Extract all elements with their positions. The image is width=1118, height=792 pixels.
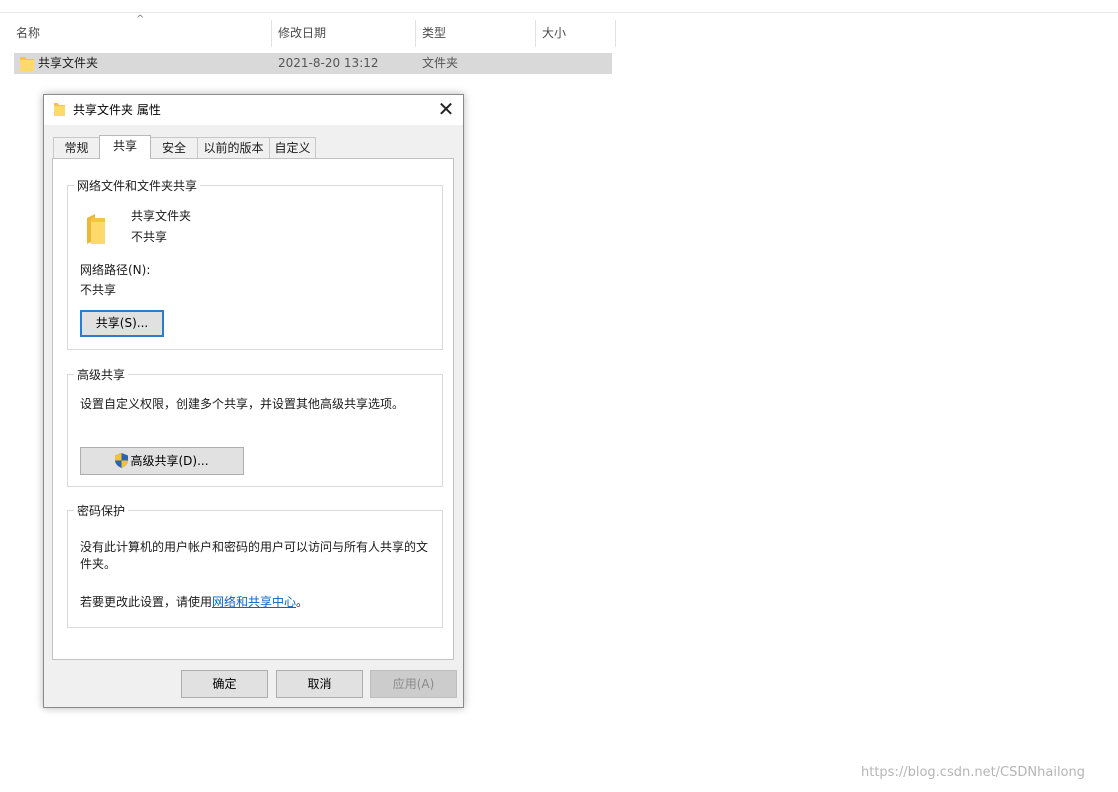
share-button[interactable]: 共享(S)... — [80, 310, 164, 337]
file-name: 共享文件夹 — [38, 56, 99, 70]
column-divider[interactable] — [615, 20, 616, 47]
network-path-label: 网络路径(N): — [80, 263, 151, 277]
network-share-group: 网络文件和文件夹共享 共享文件夹 不共享 网络路径(N): 不共享 共享(S).… — [67, 177, 443, 350]
tab-previous-versions[interactable]: 以前的版本 — [197, 137, 270, 158]
file-type: 文件夹 — [422, 56, 459, 70]
password-change-line: 若要更改此设置，请使用网络和共享中心。 — [80, 593, 308, 610]
column-header-name[interactable]: 名称 — [10, 20, 272, 47]
column-header-size[interactable]: 大小 — [536, 20, 616, 47]
advanced-share-button-label: 高级共享(D)... — [130, 454, 209, 468]
ok-button[interactable]: 确定 — [181, 670, 268, 698]
tab-general[interactable]: 常规 — [53, 137, 100, 158]
column-header-type[interactable]: 类型 — [416, 20, 536, 47]
cancel-button[interactable]: 取消 — [276, 670, 363, 698]
dialog-titlebar[interactable]: 共享文件夹 属性 ✕ — [44, 95, 463, 125]
uac-shield-icon — [115, 453, 129, 468]
file-row-shared-folder[interactable]: 共享文件夹 2021-8-20 13:12 文件夹 — [14, 53, 612, 74]
file-modified: 2021-8-20 13:12 — [278, 56, 379, 70]
tab-sharing[interactable]: 共享 — [99, 135, 151, 159]
password-description: 没有此计算机的用户帐户和密码的用户可以访问与所有人共享的文件夹。 — [80, 540, 429, 571]
close-icon: ✕ — [437, 97, 455, 121]
password-change-prefix: 若要更改此设置，请使用 — [80, 595, 213, 609]
password-protection-group: 密码保护 没有此计算机的用户帐户和密码的用户可以访问与所有人共享的文件夹。 若要… — [67, 502, 443, 628]
password-protection-legend: 密码保护 — [77, 504, 126, 518]
password-change-suffix: 。 — [296, 595, 309, 609]
advanced-share-legend: 高级共享 — [77, 368, 126, 382]
advanced-share-group: 高级共享 设置自定义权限，创建多个共享，并设置其他高级共享选项。 高级共享(D)… — [67, 366, 443, 487]
folder-icon — [54, 103, 65, 116]
dialog-title: 共享文件夹 属性 — [73, 103, 161, 117]
apply-button[interactable]: 应用(A) — [370, 670, 457, 698]
tab-customize[interactable]: 自定义 — [269, 137, 316, 158]
folder-icon — [87, 214, 105, 244]
close-button[interactable]: ✕ — [429, 95, 463, 125]
folder-share-status: 不共享 — [131, 230, 168, 244]
folder-icon — [20, 57, 34, 71]
tab-security[interactable]: 安全 — [150, 137, 198, 158]
properties-dialog: 共享文件夹 属性 ✕ 常规 共享 安全 以前的版本 自定义 网络文件和文件夹共享… — [43, 94, 464, 708]
network-path-value: 不共享 — [80, 283, 117, 297]
watermark: https://blog.csdn.net/CSDNhailong — [861, 765, 1085, 780]
network-sharing-center-link[interactable]: 网络和共享中心 — [212, 595, 296, 609]
breadcrumb-strip — [0, 0, 1118, 13]
folder-name: 共享文件夹 — [131, 209, 192, 223]
network-share-legend: 网络文件和文件夹共享 — [77, 179, 198, 193]
sharing-tab-panel: 网络文件和文件夹共享 共享文件夹 不共享 网络路径(N): 不共享 共享(S).… — [52, 158, 454, 660]
advanced-share-description: 设置自定义权限，创建多个共享，并设置其他高级共享选项。 — [80, 397, 405, 411]
advanced-share-button[interactable]: 高级共享(D)... — [80, 447, 244, 475]
column-header-modified[interactable]: 修改日期 — [272, 20, 415, 47]
